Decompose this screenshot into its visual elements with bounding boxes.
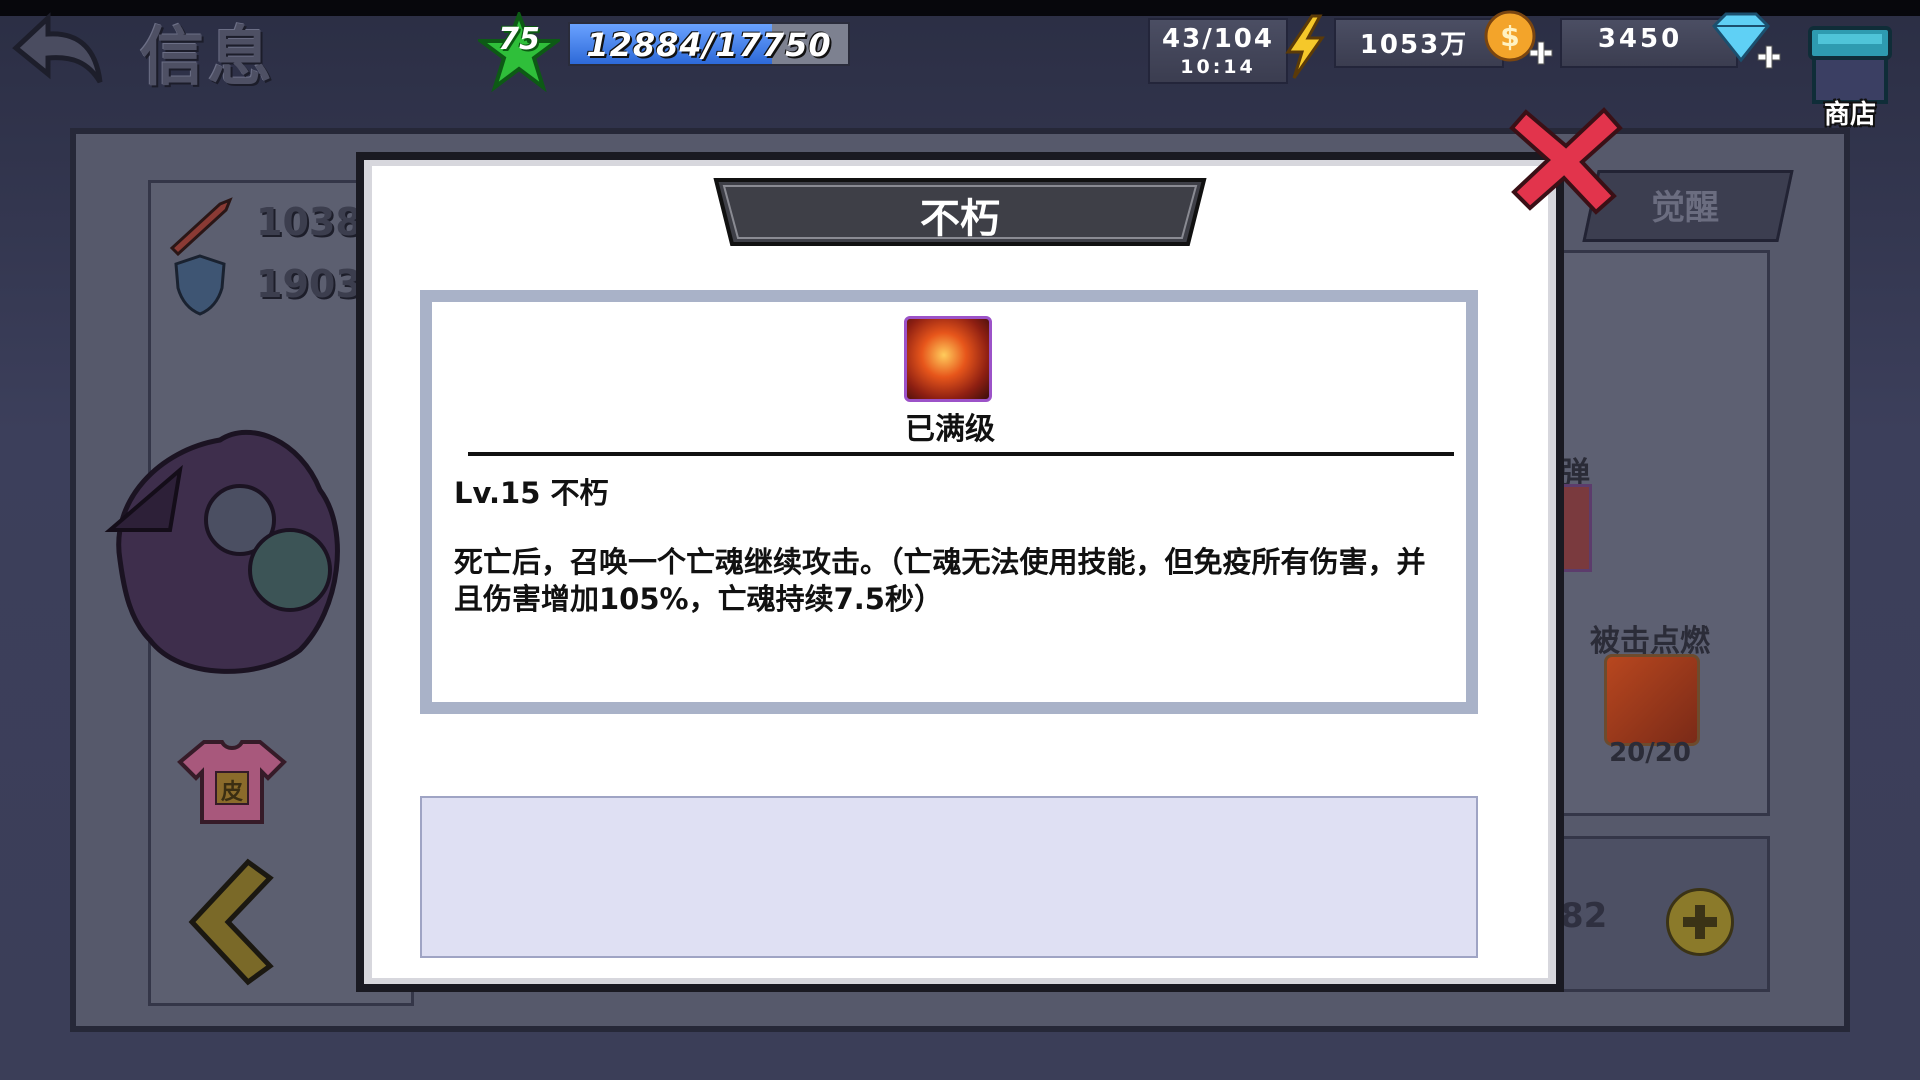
hero-portrait xyxy=(104,429,340,674)
divider xyxy=(444,452,1454,456)
prev-arrow-icon[interactable] xyxy=(186,856,274,986)
ignite-skill-icon[interactable] xyxy=(1604,654,1700,746)
defense-stat: 1903 xyxy=(256,262,362,306)
gold-value: 1053万 xyxy=(1359,30,1469,60)
tab-awaken-label: 觉醒 xyxy=(1651,188,1719,228)
resource-count: 82 xyxy=(1560,896,1608,936)
close-icon[interactable] xyxy=(1508,104,1624,216)
diamond-icon[interactable] xyxy=(1704,10,1784,76)
max-level-label: 已满级 xyxy=(905,412,995,447)
lightning-icon xyxy=(1285,14,1325,79)
divider-gap xyxy=(444,452,468,456)
energy-value: 43/104 xyxy=(1162,24,1274,54)
skill-description: 死亡后，召唤一个亡魂继续攻击。（亡魂无法使用技能，但免疫所有伤害，并且伤害增加1… xyxy=(454,545,1426,616)
gem-value: 3450 xyxy=(1597,24,1683,54)
sword-icon xyxy=(169,197,233,256)
ignite-skill-count: 20/20 xyxy=(1609,738,1691,768)
dialog-title: 不朽 xyxy=(920,196,1000,242)
status-bar xyxy=(0,0,1920,16)
exp-text: 12884/17750 xyxy=(586,26,832,64)
svg-text:$: $ xyxy=(1500,20,1519,53)
plus-icon[interactable] xyxy=(1666,888,1734,956)
shield-icon xyxy=(174,254,226,316)
back-arrow-icon[interactable] xyxy=(8,4,108,94)
exp-bar: 12884/17750 xyxy=(568,22,850,66)
shop-label: 商店 xyxy=(1823,100,1876,130)
skill-name-line: Lv.15 不朽 xyxy=(454,476,609,510)
page-title: 信息 xyxy=(140,21,276,95)
fire-fist-icon xyxy=(904,316,992,402)
energy-timer: 10:14 xyxy=(1180,56,1256,78)
extra-info-box xyxy=(420,796,1478,958)
skin-label: 皮 xyxy=(220,780,243,805)
player-level: 75 xyxy=(498,22,540,57)
attack-stat: 1038 xyxy=(256,200,362,244)
coin-icon[interactable]: $ xyxy=(1480,8,1556,74)
